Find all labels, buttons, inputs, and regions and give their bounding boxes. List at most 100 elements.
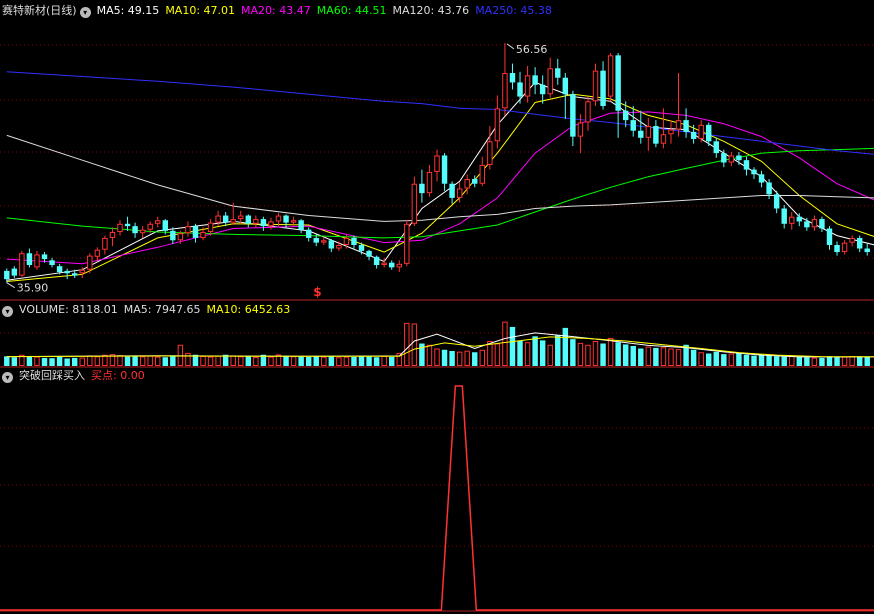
volume-legend-item-0: VOLUME: 8118.01 <box>19 303 118 316</box>
volume-bar <box>706 353 712 366</box>
candle-body <box>185 226 191 234</box>
candle-body <box>509 73 516 83</box>
volume-bar <box>472 352 478 366</box>
candle-body <box>789 216 795 224</box>
candle-body <box>562 77 569 95</box>
indicator-toggle-icon[interactable]: ▾ <box>2 372 13 383</box>
candle-body <box>404 223 410 264</box>
volume-bar <box>305 356 312 366</box>
volume-bar <box>64 358 70 366</box>
candle-body <box>766 182 772 195</box>
candle-body <box>751 169 757 175</box>
candle-body <box>155 220 161 224</box>
candle-body <box>811 219 818 228</box>
candle-body <box>600 70 606 106</box>
candle-body <box>622 110 629 121</box>
ma-line-ma10 <box>6 93 874 282</box>
volume-bar <box>479 349 486 366</box>
candle-body <box>56 266 63 273</box>
volume-bar <box>147 355 153 366</box>
candle-body <box>773 194 780 209</box>
volume-bar <box>690 349 697 366</box>
main-legend-item-5: MA250: 45.38 <box>475 4 552 17</box>
volume-bar <box>132 356 138 366</box>
volume-bar <box>245 356 252 366</box>
volume-bar <box>653 347 659 366</box>
candle-body <box>305 229 312 238</box>
volume-bar <box>766 355 772 366</box>
volume-bar <box>94 356 101 366</box>
candle-body <box>472 179 478 184</box>
signal-marker: $ <box>313 285 321 299</box>
candle-body <box>373 256 380 266</box>
candle-body <box>419 183 425 194</box>
volume-bar <box>336 357 342 366</box>
candle-body <box>713 141 719 154</box>
candle-body <box>585 101 591 123</box>
volume-bar <box>139 356 146 366</box>
volume-bar <box>268 356 274 366</box>
candle-body <box>79 269 85 274</box>
volume-bar <box>668 348 674 366</box>
candle-body <box>358 244 365 251</box>
volume-bar <box>207 356 214 366</box>
volume-bar <box>238 356 244 366</box>
candle-body <box>645 126 652 138</box>
candle-body <box>796 216 803 222</box>
volume-bar <box>87 355 93 366</box>
candle-body <box>11 268 18 276</box>
volume-bar <box>713 351 719 366</box>
main-legend-item-2: MA20: 43.47 <box>241 4 311 17</box>
volume-toggle-icon[interactable]: ▾ <box>2 306 13 317</box>
candle-body <box>494 108 501 142</box>
main-legend: 赛特新材(日线) ▾ MA5: 49.15 MA10: 47.01 MA20: 43.4… <box>2 4 564 18</box>
volume-bar <box>864 356 870 366</box>
volume-bar <box>796 356 803 366</box>
candle-body <box>434 155 440 172</box>
candle-body <box>71 273 78 276</box>
volume-bar <box>313 356 319 366</box>
volume-bar <box>819 357 825 366</box>
candle-body <box>532 75 538 85</box>
candle-body <box>804 221 810 228</box>
candle-body <box>298 220 304 230</box>
volume-bar <box>79 357 85 366</box>
candle-body <box>464 179 470 189</box>
volume-bar <box>638 348 644 366</box>
candle-body <box>388 262 395 268</box>
candle-body <box>668 129 674 135</box>
volume-bar <box>162 357 168 366</box>
candle-body <box>826 228 833 245</box>
volume-legend: ▾ VOLUME: 8118.01 MA5: 7947.65 MA10: 6452.6… <box>2 303 302 317</box>
volume-bar <box>283 355 289 366</box>
candle-body <box>321 240 327 243</box>
volume-bar <box>811 357 818 366</box>
volume-bar <box>388 356 395 366</box>
candle-body <box>524 75 531 97</box>
volume-bar <box>547 344 553 366</box>
volume-bar <box>215 355 221 366</box>
candle-body <box>781 208 787 224</box>
candle-body <box>283 215 289 223</box>
volume-bar <box>675 349 682 366</box>
candle-body <box>207 222 214 233</box>
candle-body <box>215 215 221 223</box>
volume-bar <box>26 356 33 366</box>
main-legend-item-1: MA10: 47.01 <box>165 4 236 17</box>
candle-body <box>147 223 153 230</box>
candle-body <box>109 232 116 238</box>
indicator-legend: ▾ 突破回踩买入 买点: 0.00 <box>2 369 157 383</box>
candle-body <box>683 120 689 132</box>
low-price-label: 35.90 <box>17 282 48 295</box>
legend-toggle-icon[interactable]: ▾ <box>79 7 91 18</box>
volume-bar <box>298 356 304 366</box>
candle-body <box>192 226 199 238</box>
candle-body <box>638 130 644 138</box>
volume-bar <box>358 356 365 366</box>
candle-body <box>864 248 870 253</box>
candle-body <box>328 240 335 249</box>
volume-bar <box>351 356 357 366</box>
volume-bar <box>494 343 501 366</box>
candle-body <box>87 255 93 270</box>
candle-body <box>351 237 357 245</box>
